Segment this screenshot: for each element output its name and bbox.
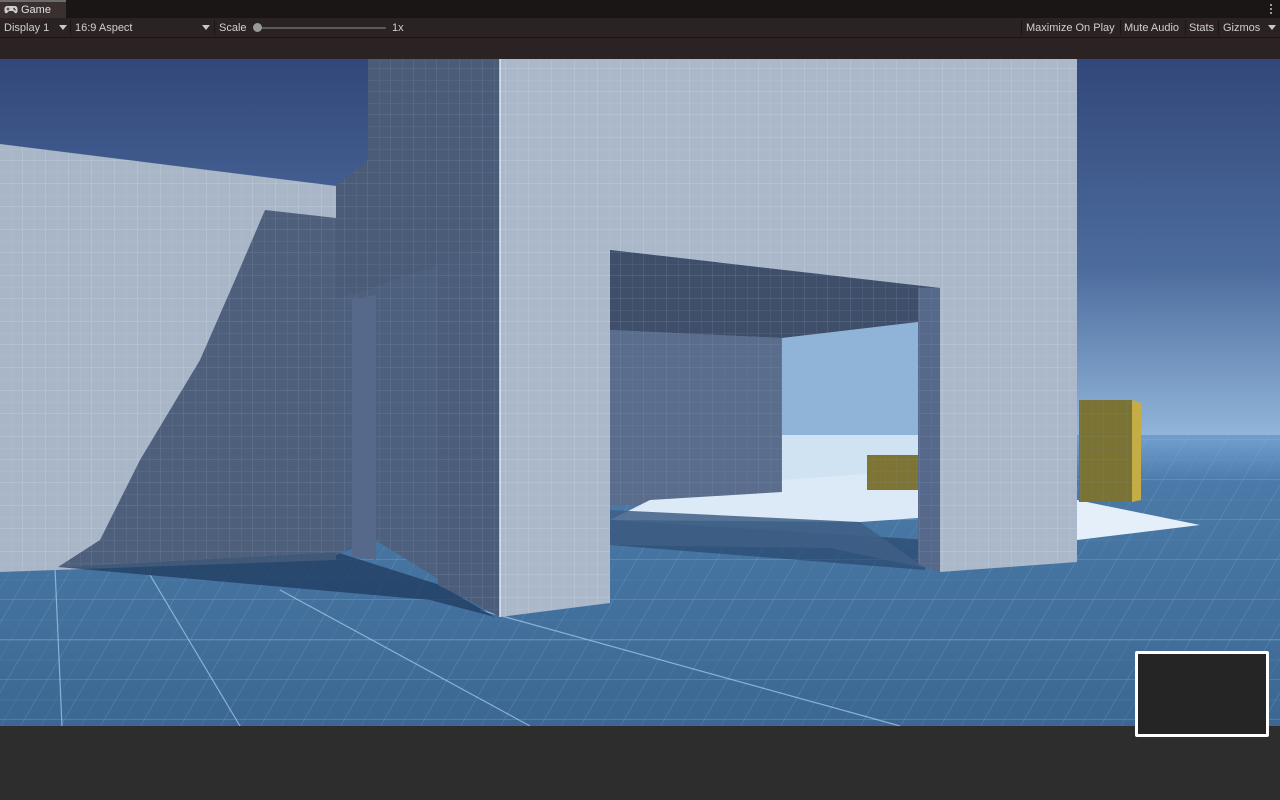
- mute-audio-toggle[interactable]: Mute Audio: [1124, 18, 1179, 37]
- divider: [1120, 20, 1121, 35]
- scale-slider[interactable]: [256, 27, 386, 29]
- camera-preview-overlay: [1135, 651, 1269, 737]
- display-dropdown[interactable]: Display 1: [4, 18, 68, 37]
- divider: [70, 20, 71, 35]
- tab-title: Game: [21, 4, 51, 16]
- divider: [1021, 20, 1022, 35]
- aspect-dropdown[interactable]: 16:9 Aspect: [75, 18, 212, 37]
- chevron-down-icon: [1268, 25, 1276, 30]
- display-label: Display 1: [4, 21, 50, 34]
- gamepad-icon: [4, 5, 18, 15]
- divider: [1185, 20, 1186, 35]
- chevron-down-icon: [59, 25, 68, 30]
- more-options-icon[interactable]: [1268, 2, 1274, 16]
- maximize-on-play-toggle[interactable]: Maximize On Play: [1026, 18, 1115, 37]
- tab-bar: Game: [0, 0, 1280, 18]
- tab-game[interactable]: Game: [0, 0, 66, 18]
- stats-toggle[interactable]: Stats: [1189, 18, 1214, 37]
- scale-slider-handle[interactable]: [253, 23, 262, 32]
- scale-label: Scale: [219, 21, 247, 34]
- scale-value: 1x: [392, 21, 404, 34]
- gizmos-dropdown[interactable]: [1268, 18, 1276, 37]
- chevron-down-icon: [202, 25, 210, 30]
- letterbox-bottom: [0, 726, 1280, 800]
- letterbox-top: [0, 38, 1280, 59]
- scene-render: [0, 59, 1280, 726]
- game-view[interactable]: [0, 59, 1280, 726]
- game-toolbar: Display 1 16:9 Aspect Scale 1x Maximize …: [0, 18, 1280, 38]
- aspect-label: 16:9 Aspect: [75, 21, 133, 34]
- divider: [1218, 20, 1219, 35]
- gizmos-toggle[interactable]: Gizmos: [1223, 18, 1260, 37]
- divider: [214, 20, 215, 35]
